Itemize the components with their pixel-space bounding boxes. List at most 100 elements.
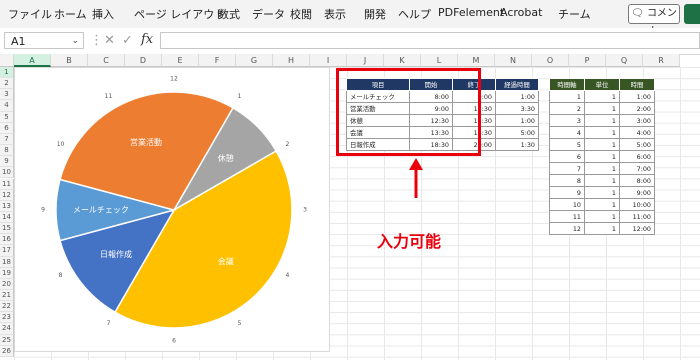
ribbon-tab[interactable]: 校閲 <box>290 6 312 22</box>
table-cell[interactable]: 4:00 <box>619 126 655 139</box>
row-header[interactable]: 6 <box>0 122 14 134</box>
row-header[interactable]: 13 <box>0 200 14 212</box>
ribbon-tab[interactable]: データ <box>252 6 285 22</box>
table-cell[interactable]: 7 <box>549 162 585 175</box>
table-cell[interactable]: 6:00 <box>619 150 655 163</box>
table-cell[interactable]: 1 <box>584 162 620 175</box>
row-header[interactable]: 3 <box>0 89 14 101</box>
row-header[interactable]: 21 <box>0 290 14 302</box>
table-cell[interactable]: 1 <box>584 222 620 235</box>
column-header[interactable]: D <box>125 54 162 67</box>
row-header[interactable]: 9 <box>0 156 14 168</box>
column-header[interactable]: P <box>569 54 606 67</box>
table-cell[interactable]: 11:00 <box>619 210 655 223</box>
table-cell[interactable]: 6 <box>549 150 585 163</box>
ribbon-tab[interactable]: 数式 <box>218 6 240 22</box>
table-cell[interactable]: 3:00 <box>619 114 655 127</box>
table-cell[interactable]: 3:30 <box>495 102 539 115</box>
ribbon-tab[interactable]: ファイル <box>8 6 52 22</box>
table-cell[interactable]: 1:00 <box>619 90 655 103</box>
insert-function-icon[interactable]: fx <box>141 32 153 47</box>
row-header[interactable]: 7 <box>0 133 14 146</box>
column-header[interactable]: G <box>236 54 273 67</box>
row-header[interactable]: 23 <box>0 312 14 324</box>
row-header[interactable]: 14 <box>0 211 14 224</box>
ribbon-tab[interactable]: ページ レイアウト <box>134 6 225 22</box>
cancel-icon[interactable]: ✕ <box>104 33 115 48</box>
row-header[interactable]: 18 <box>0 256 14 268</box>
formula-input[interactable] <box>160 32 700 49</box>
table-cell[interactable]: 1:30 <box>495 138 539 151</box>
column-header[interactable]: H <box>273 54 310 67</box>
table-cell[interactable]: 1 <box>584 90 620 103</box>
row-header[interactable]: 20 <box>0 278 14 290</box>
column-header[interactable]: E <box>162 54 199 67</box>
table-cell[interactable]: 1 <box>584 150 620 163</box>
table-cell[interactable]: 1 <box>549 90 585 103</box>
column-header[interactable]: M <box>458 54 495 67</box>
column-header[interactable]: R <box>643 54 680 67</box>
name-box[interactable]: A1 ⌄ <box>4 32 84 49</box>
ribbon-tab[interactable]: 挿入 <box>92 6 114 22</box>
table-cell[interactable]: 10:00 <box>619 198 655 211</box>
row-header[interactable]: 24 <box>0 323 14 335</box>
row-header[interactable]: 1 <box>0 67 14 79</box>
row-header[interactable]: 10 <box>0 167 14 179</box>
row-header[interactable]: 15 <box>0 223 14 235</box>
column-header[interactable]: F <box>199 54 236 67</box>
column-header[interactable]: K <box>384 54 421 67</box>
row-header[interactable]: 19 <box>0 267 14 279</box>
row-header[interactable]: 5 <box>0 111 14 123</box>
column-header[interactable]: B <box>51 54 88 67</box>
row-header[interactable]: 25 <box>0 334 14 346</box>
ribbon-tab[interactable]: PDFelement <box>438 6 504 19</box>
column-header[interactable]: I <box>310 54 347 67</box>
ribbon-tab[interactable]: 開発 <box>364 6 386 22</box>
table-cell[interactable]: 2 <box>549 102 585 115</box>
column-header[interactable]: Q <box>606 54 643 67</box>
table-cell[interactable]: 1:00 <box>495 114 539 127</box>
table-cell[interactable]: 1 <box>584 186 620 199</box>
table-cell[interactable]: 4 <box>549 126 585 139</box>
row-header[interactable]: 26 <box>0 345 14 357</box>
row-header[interactable]: 22 <box>0 301 14 313</box>
table-cell[interactable]: 12 <box>549 222 585 235</box>
column-header[interactable]: L <box>421 54 458 67</box>
table-cell[interactable]: 3 <box>549 114 585 127</box>
ribbon-tab[interactable]: 表示 <box>324 6 346 22</box>
row-header[interactable]: 12 <box>0 189 14 201</box>
table-cell[interactable]: 8 <box>549 174 585 187</box>
table-cell[interactable]: 1:00 <box>495 90 539 103</box>
ribbon-tab[interactable]: ホーム <box>54 6 87 22</box>
column-header[interactable]: C <box>88 54 125 67</box>
table-cell[interactable]: 11 <box>549 210 585 223</box>
row-header[interactable]: 16 <box>0 234 14 246</box>
table-cell[interactable]: 9 <box>549 186 585 199</box>
table-cell[interactable]: 1 <box>584 210 620 223</box>
row-header[interactable]: 4 <box>0 100 14 112</box>
column-header[interactable]: N <box>495 54 532 67</box>
table-cell[interactable]: 2:00 <box>619 102 655 115</box>
pie-chart-area[interactable]: 休憩 会議 日報作成 メールチェック 営業活動 12 1 2 3 4 5 6 7 8 9 10 11 <box>14 67 330 352</box>
ribbon-tab[interactable]: ヘルプ <box>398 6 431 22</box>
table-cell[interactable]: 10 <box>549 198 585 211</box>
table-cell[interactable]: 8:00 <box>619 174 655 187</box>
confirm-icon[interactable]: ✓ <box>122 33 133 48</box>
table-cell[interactable]: 1 <box>584 174 620 187</box>
column-header[interactable]: J <box>347 54 384 67</box>
column-header[interactable]: A <box>14 54 51 67</box>
select-all-corner[interactable] <box>0 54 14 67</box>
ribbon-tab[interactable]: チーム <box>558 6 591 22</box>
table-cell[interactable]: 5:00 <box>619 138 655 151</box>
table-cell[interactable]: 1 <box>584 114 620 127</box>
comment-button[interactable]: 🗨 コメント <box>628 4 680 37</box>
table-cell[interactable]: 1 <box>584 126 620 139</box>
table-cell[interactable]: 1 <box>584 138 620 151</box>
row-header[interactable]: 17 <box>0 245 14 257</box>
share-button[interactable] <box>684 4 700 24</box>
table-cell[interactable]: 5 <box>549 138 585 151</box>
table-cell[interactable]: 12:00 <box>619 222 655 235</box>
column-header[interactable]: O <box>532 54 569 67</box>
row-header[interactable]: 2 <box>0 78 14 90</box>
table-cell[interactable]: 9:00 <box>619 186 655 199</box>
